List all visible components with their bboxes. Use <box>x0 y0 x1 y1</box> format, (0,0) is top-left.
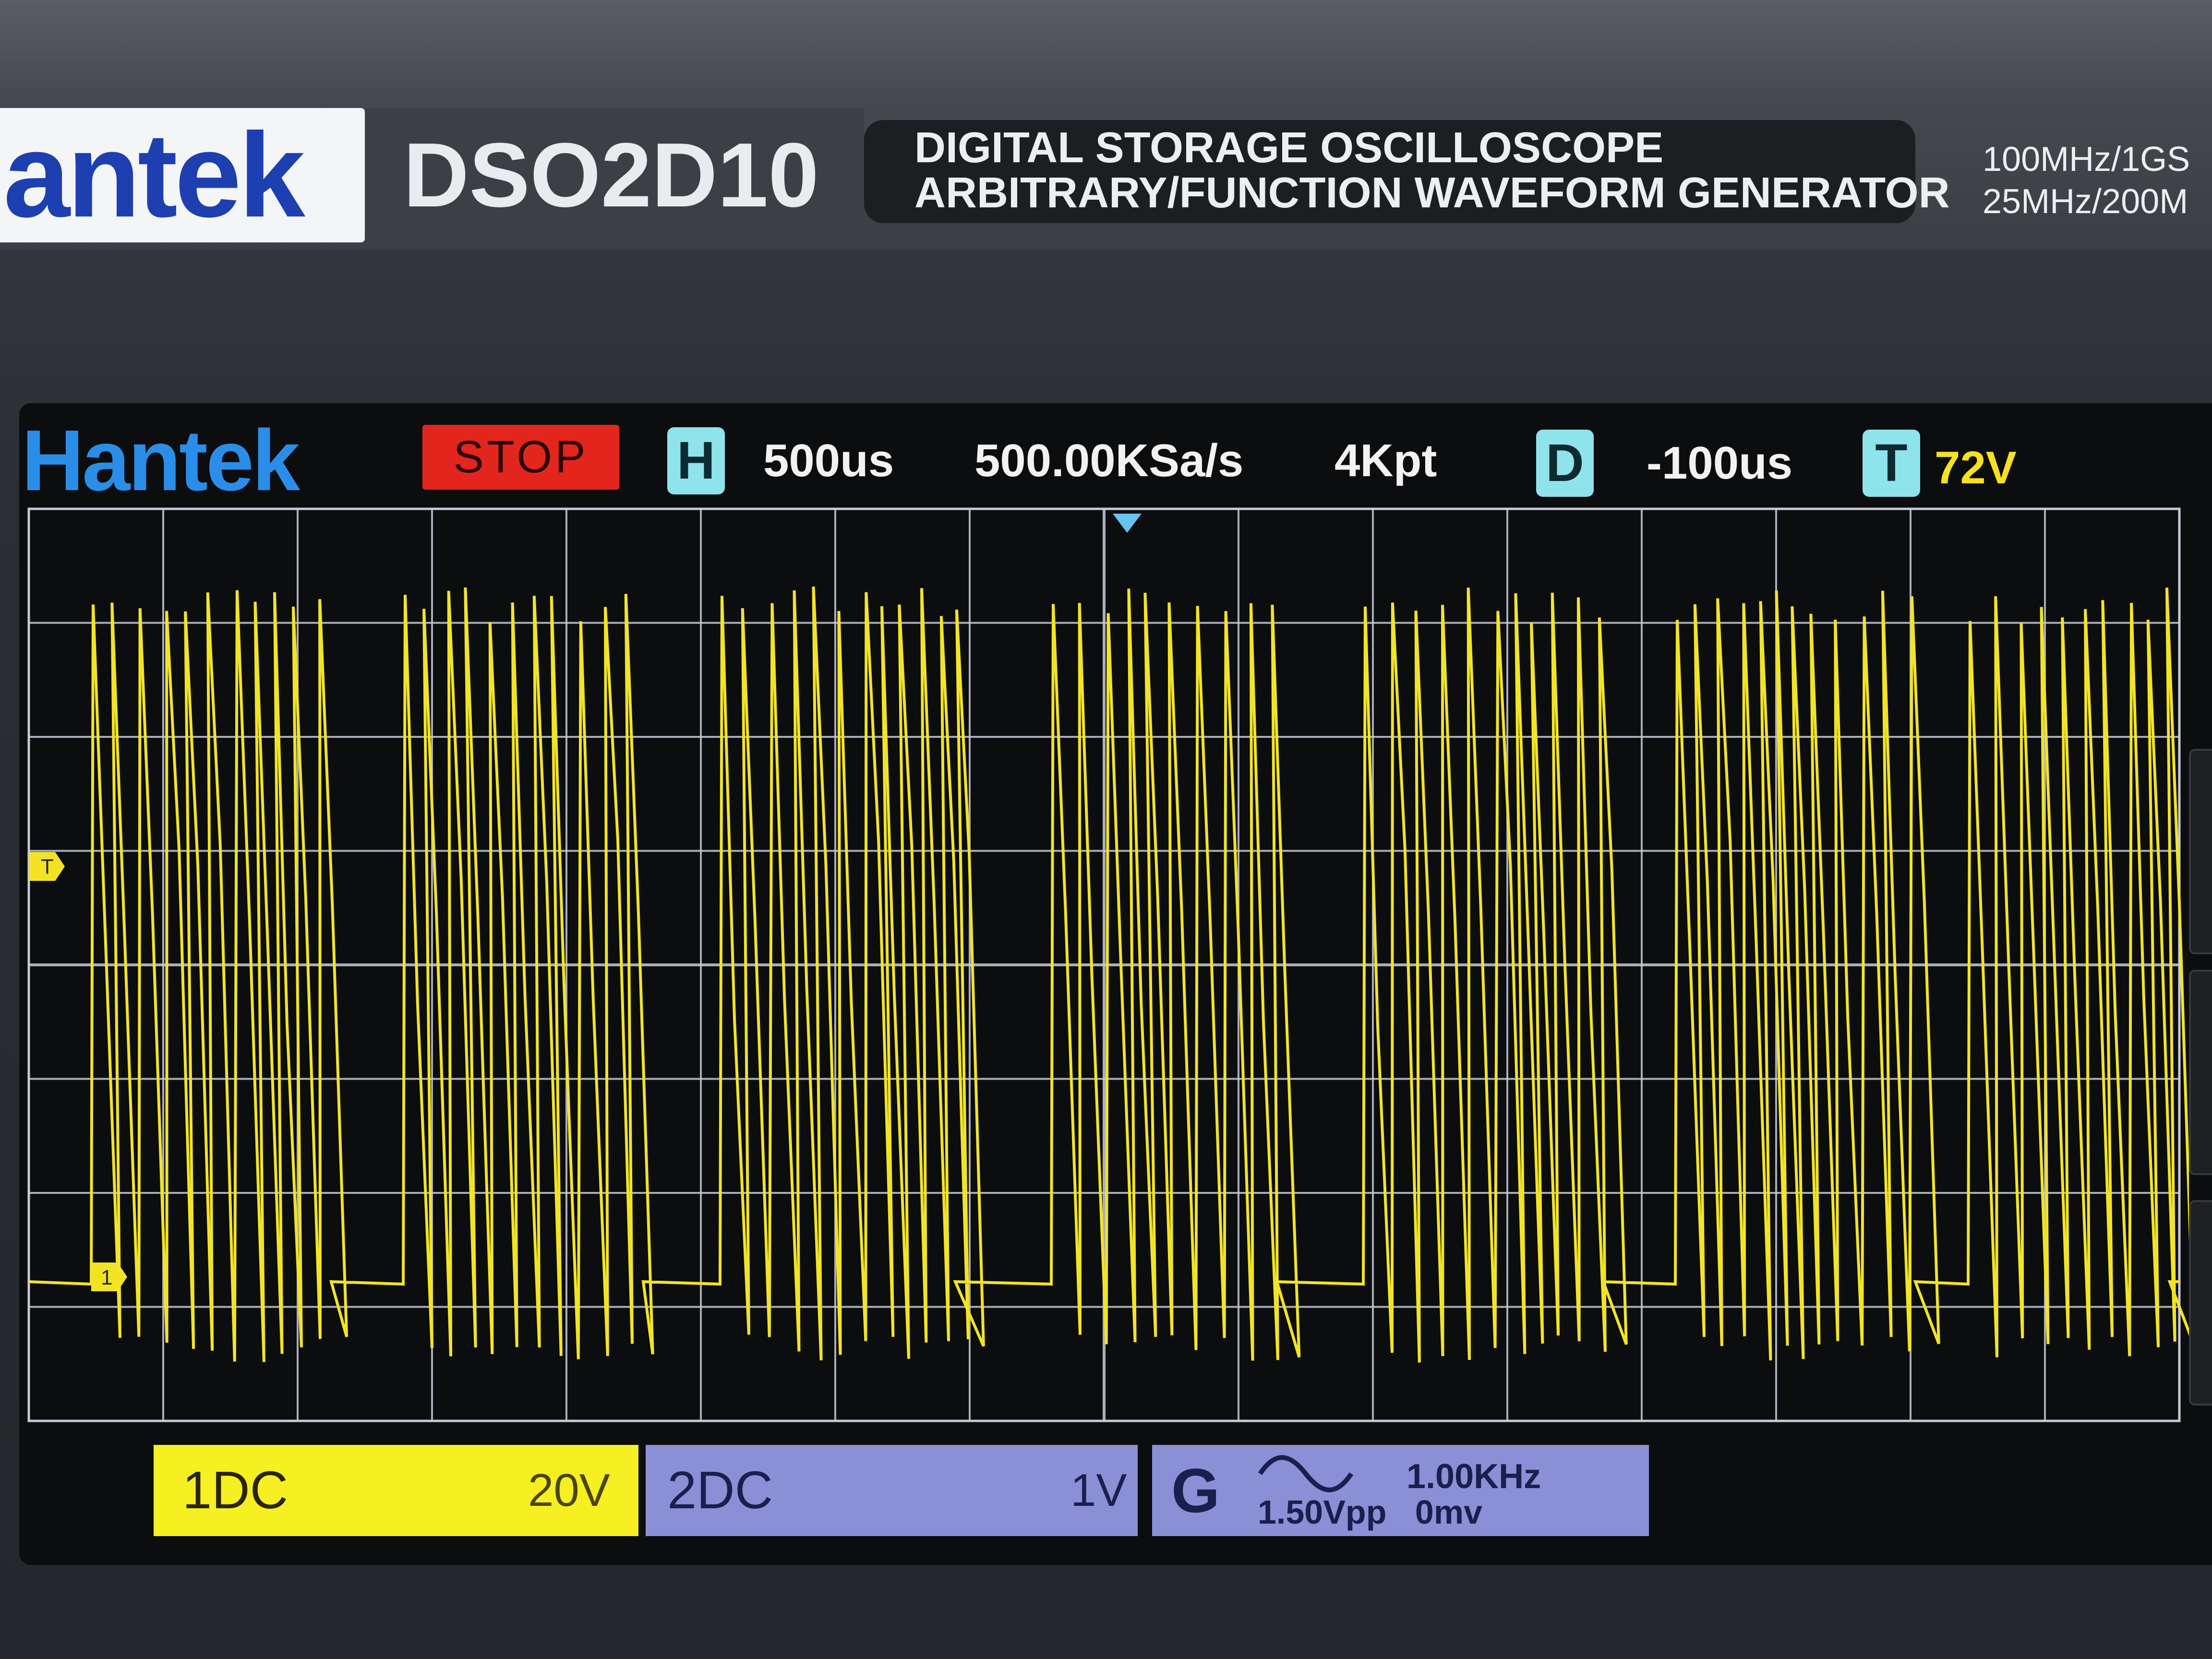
channel2-coupling: 2DC <box>667 1461 773 1520</box>
channel1-waveform <box>28 586 2189 1363</box>
description-line-2: ARBITRARY/FUNCTION WAVEFORM GENERATOR <box>914 169 1950 217</box>
memory-depth-value: 4Kpt <box>1334 435 1437 486</box>
generator-frequency: 1.00KHz <box>1407 1457 1541 1496</box>
trigger-level-marker[interactable]: T <box>29 852 65 881</box>
trigger-icon: T <box>1863 430 1920 497</box>
side-button-2[interactable] <box>2189 970 2212 1175</box>
trigger-level-value: 72V <box>1935 442 2017 493</box>
generator-amplitude: 1.50Vpp 0mv <box>1258 1493 1482 1531</box>
delay-value: -100us <box>1647 437 1793 489</box>
spec-line-2: 25MHz/200M <box>1983 182 2188 221</box>
spec-line-1: 100MHz/1GS <box>1983 140 2190 179</box>
sample-rate-value: 500.00KSa/s <box>974 435 1244 486</box>
brand-logo: antek <box>3 108 305 242</box>
channel1-trace <box>28 586 2189 1363</box>
channel1-ground-marker-label: 1 <box>101 1266 112 1289</box>
trigger-level-marker-label: T <box>41 855 54 878</box>
channel1-ground-marker[interactable]: 1 <box>91 1262 127 1291</box>
timebase-value: 500us <box>763 435 894 486</box>
model-label: DSO2D10 <box>403 124 819 226</box>
sine-wave-icon <box>1258 1455 1354 1492</box>
channel1-scale: 20V <box>528 1465 610 1516</box>
channel2-scale: 1V <box>1070 1465 1127 1516</box>
waveform-display[interactable]: T 1 <box>19 499 2189 1450</box>
side-button-1[interactable] <box>2189 749 2212 954</box>
generator-amplitude-value: 1.50Vpp <box>1258 1493 1387 1531</box>
delay-icon: D <box>1536 430 1594 497</box>
side-button-3[interactable] <box>2189 1200 2212 1406</box>
run-stop-badge[interactable]: STOP <box>422 425 619 490</box>
trigger-position-marker[interactable] <box>1113 514 1142 533</box>
horizontal-icon: H <box>667 427 725 494</box>
generator-label: G <box>1171 1455 1220 1526</box>
description-line-1: DIGITAL STORAGE OSCILLOSCOPE <box>914 124 1664 172</box>
channel1-coupling: 1DC <box>182 1461 289 1520</box>
generator-offset-value: 0mv <box>1415 1493 1483 1531</box>
screen-logo: Hantek <box>22 412 300 509</box>
